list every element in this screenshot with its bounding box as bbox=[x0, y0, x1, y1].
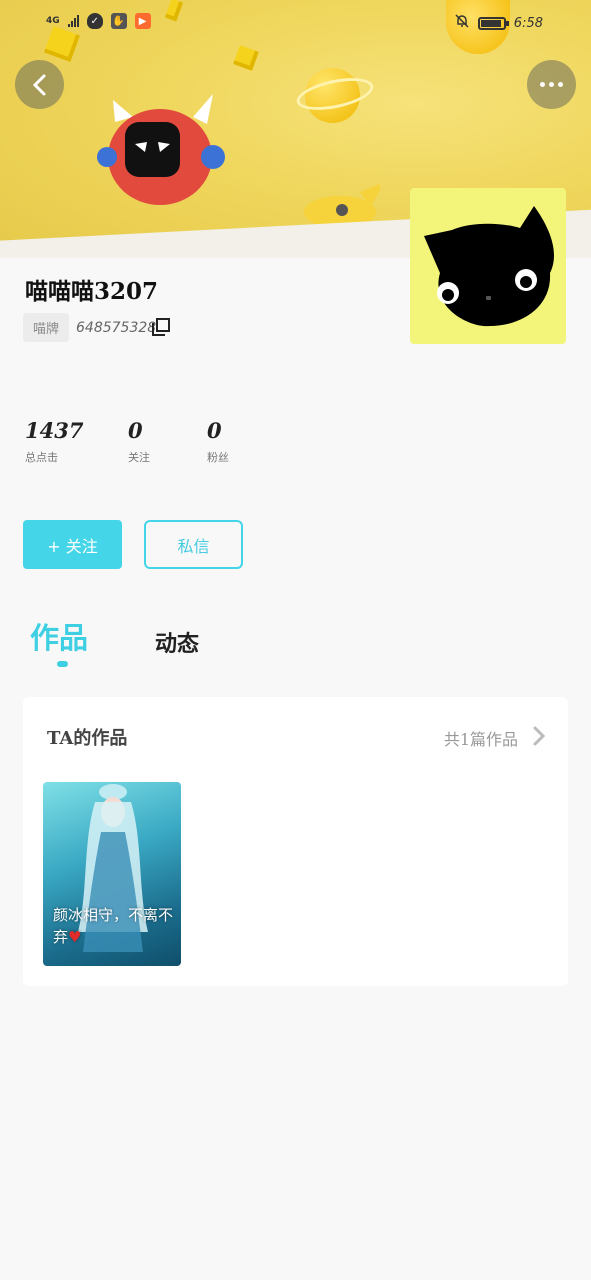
status-left: 4G ✓ ✋ ▶ bbox=[46, 13, 151, 29]
message-button[interactable]: 私信 bbox=[144, 520, 243, 569]
clock: 6:58 bbox=[513, 15, 543, 31]
chevron-left-icon bbox=[32, 74, 45, 95]
tab-works[interactable]: 作品 bbox=[30, 615, 88, 657]
stat-value: 0 bbox=[207, 418, 222, 443]
stat-value: 0 bbox=[128, 418, 143, 443]
network-label: 4G bbox=[46, 16, 60, 26]
work-caption: 颜冰相守，不离不弃♥ bbox=[53, 904, 175, 948]
user-id: 648575328 bbox=[76, 320, 157, 336]
more-dots-icon bbox=[540, 82, 563, 87]
mute-bell-icon bbox=[454, 13, 470, 33]
user-badge: 喵牌 bbox=[23, 313, 69, 342]
heart-icon: ♥ bbox=[68, 928, 82, 946]
avatar[interactable] bbox=[410, 188, 566, 344]
stat-following[interactable]: 0 关注 bbox=[128, 418, 150, 465]
follow-button[interactable]: + 关注 bbox=[23, 520, 122, 569]
stat-total-clicks[interactable]: 1437 总点击 bbox=[25, 418, 83, 465]
stat-followers[interactable]: 0 粉丝 bbox=[207, 418, 229, 465]
tab-feed[interactable]: 动态 bbox=[155, 626, 199, 658]
works-title: TA的作品 bbox=[47, 728, 128, 749]
status-bar: 4G ✓ ✋ ▶ 6:58 bbox=[0, 8, 591, 38]
black-cat-icon bbox=[424, 206, 555, 327]
shield-icon: ✓ bbox=[86, 13, 103, 29]
signal-icon bbox=[67, 15, 79, 27]
works-count-link[interactable]: 共1篇作品 bbox=[444, 726, 518, 750]
stat-label: 总点击 bbox=[25, 451, 58, 464]
stat-label: 粉丝 bbox=[207, 451, 229, 464]
stat-value: 1437 bbox=[25, 418, 84, 443]
back-button[interactable] bbox=[15, 60, 64, 109]
stat-label: 关注 bbox=[128, 451, 150, 464]
work-item[interactable]: 颜冰相守，不离不弃♥ bbox=[43, 782, 181, 966]
username: 喵喵喵3207 bbox=[25, 278, 159, 305]
chevron-right-icon[interactable] bbox=[532, 726, 546, 746]
hand-icon: ✋ bbox=[110, 13, 127, 29]
active-tab-indicator bbox=[57, 661, 68, 667]
more-button[interactable] bbox=[527, 60, 576, 109]
video-app-icon: ▶ bbox=[134, 13, 151, 29]
copy-icon[interactable] bbox=[152, 318, 170, 336]
decor-cube bbox=[233, 45, 259, 71]
robot-illustration bbox=[97, 94, 225, 205]
status-right: 6:58 bbox=[454, 13, 543, 33]
works-card: TA的作品 共1篇作品 颜冰相守，不离不弃♥ bbox=[23, 697, 568, 986]
battery-fill bbox=[480, 19, 501, 27]
battery-icon bbox=[477, 16, 509, 30]
